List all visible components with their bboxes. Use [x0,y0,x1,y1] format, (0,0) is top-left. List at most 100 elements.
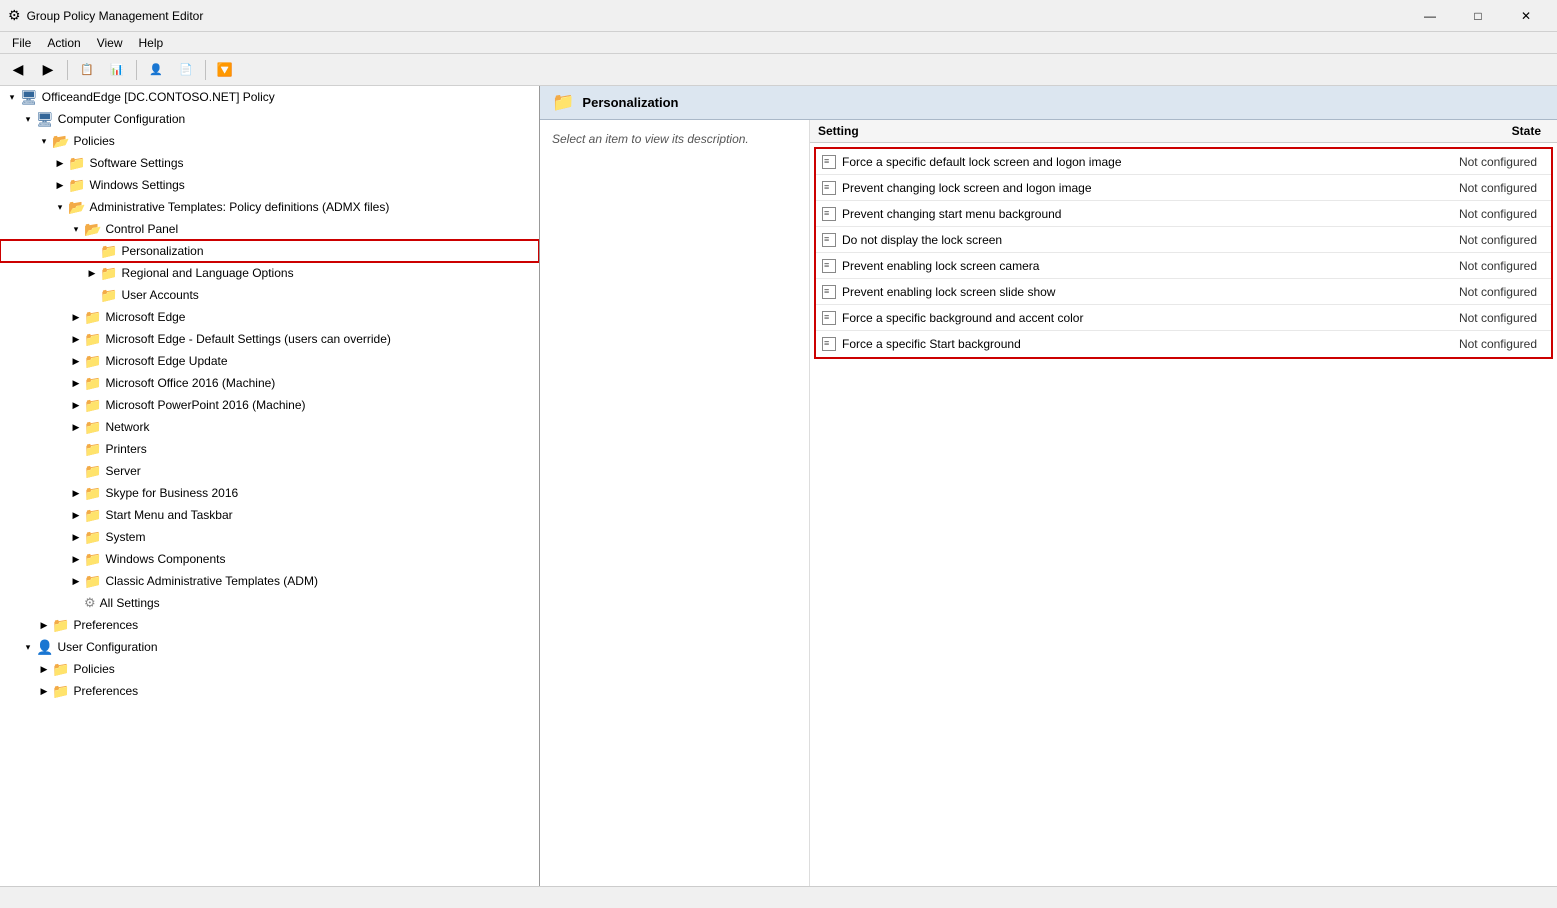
setting-name-start-background: Force a specific Start background [842,337,1415,351]
tree-item-personalization[interactable]: 📁 Personalization [0,240,539,262]
tree-item-network[interactable]: ▶ 📁 Network [0,416,539,438]
computer-config-expand-icon[interactable]: ▾ [20,111,36,127]
policies-expand-icon[interactable]: ▾ [36,133,52,149]
ms-ppt-expand-icon[interactable]: ▶ [68,397,84,413]
setting-row-start-background[interactable]: Force a specific Start background Not co… [816,331,1551,357]
maximize-button[interactable]: □ [1455,0,1501,32]
system-expand-icon[interactable]: ▶ [68,529,84,545]
user-policies-expand-icon[interactable]: ▶ [36,661,52,677]
setting-row-do-not-display[interactable]: Do not display the lock screen Not confi… [816,227,1551,253]
menu-action[interactable]: Action [39,34,88,52]
skype-expand-icon[interactable]: ▶ [68,485,84,501]
tree-item-admin-templates[interactable]: ▾ 📂 Administrative Templates: Policy def… [0,196,539,218]
ms-office-expand-icon[interactable]: ▶ [68,375,84,391]
tree-item-all-settings[interactable]: ⚙ All Settings [0,592,539,614]
control-panel-label: Control Panel [105,222,178,236]
tree-item-preferences[interactable]: ▶ 📁 Preferences [0,614,539,636]
server-folder-icon: 📁 [84,463,101,480]
tree-item-system[interactable]: ▶ 📁 System [0,526,539,548]
menu-help[interactable]: Help [131,34,172,52]
tree-item-user-config[interactable]: ▾ 👤 User Configuration [0,636,539,658]
tree-item-ms-office-2016[interactable]: ▶ 📁 Microsoft Office 2016 (Machine) [0,372,539,394]
tree-item-windows-components[interactable]: ▶ 📁 Windows Components [0,548,539,570]
setting-row-lock-screen-camera[interactable]: Prevent enabling lock screen camera Not … [816,253,1551,279]
back-button[interactable]: ◀ [4,57,32,83]
col-state-header: State [1409,124,1549,138]
tree-item-software-settings[interactable]: ▶ 📁 Software Settings [0,152,539,174]
show-hide-button[interactable]: 📋 [73,57,101,83]
root-expand-icon[interactable]: ▾ [4,89,20,105]
tree-item-regional[interactable]: ▶ 📁 Regional and Language Options [0,262,539,284]
start-menu-expand-icon[interactable]: ▶ [68,507,84,523]
setting-row-lock-screen-logon-image[interactable]: Prevent changing lock screen and logon i… [816,175,1551,201]
setting-state-start-menu-bg: Not configured [1415,207,1545,221]
tree-item-ms-ppt-2016[interactable]: ▶ 📁 Microsoft PowerPoint 2016 (Machine) [0,394,539,416]
refresh-button[interactable]: 📊 [103,57,131,83]
window-title: Group Policy Management Editor [27,9,204,23]
tree-item-server[interactable]: 📁 Server [0,460,539,482]
admin-expand-icon[interactable]: ▾ [52,199,68,215]
description-text: Select an item to view its description. [552,132,749,146]
tree-item-computer-config[interactable]: ▾ 🖥 Computer Configuration [0,108,539,130]
filter-button[interactable]: 🔽 [211,57,239,83]
tree-item-start-menu[interactable]: ▶ 📁 Start Menu and Taskbar [0,504,539,526]
tree-item-classic-adm[interactable]: ▶ 📁 Classic Administrative Templates (AD… [0,570,539,592]
tree-item-windows-settings[interactable]: ▶ 📁 Windows Settings [0,174,539,196]
tree-root[interactable]: ▾ 🖥 OfficeandEdge [DC.CONTOSO.NET] Polic… [0,86,539,108]
ms-edge-update-expand-icon[interactable]: ▶ [68,353,84,369]
preferences-expand-icon[interactable]: ▶ [36,617,52,633]
settings-header-row: Setting State [810,120,1557,143]
user-preferences-expand-icon[interactable]: ▶ [36,683,52,699]
policy-icon-lock-screen-logon-image [822,181,836,195]
policy-icon-do-not-display [822,233,836,247]
setting-row-lock-screen-logon[interactable]: Force a specific default lock screen and… [816,149,1551,175]
tree-item-user-accounts[interactable]: 📁 User Accounts [0,284,539,306]
ms-edge-expand-icon[interactable]: ▶ [68,309,84,325]
user-policies-label: Policies [73,662,114,676]
ms-edge-default-expand-icon[interactable]: ▶ [68,331,84,347]
tree-item-user-policies[interactable]: ▶ 📁 Policies [0,658,539,680]
admin-folder-icon: 📂 [68,199,85,216]
tree-item-user-preferences[interactable]: ▶ 📁 Preferences [0,680,539,702]
setting-state-lock-screen-camera: Not configured [1415,259,1545,273]
menu-file[interactable]: File [4,34,39,52]
user-config-expand-icon[interactable]: ▾ [20,639,36,655]
user-policies-folder-icon: 📁 [52,661,69,678]
system-folder-icon: 📁 [84,529,101,546]
windows-expand-icon[interactable]: ▶ [52,177,68,193]
forward-button[interactable]: ▶ [34,57,62,83]
tree-item-ms-edge-update[interactable]: ▶ 📁 Microsoft Edge Update [0,350,539,372]
regional-expand-icon[interactable]: ▶ [84,265,100,281]
setting-row-start-menu-bg[interactable]: Prevent changing start menu background N… [816,201,1551,227]
computer-config-label: Computer Configuration [58,112,185,126]
ms-edge-folder-icon: 📁 [84,309,101,326]
software-expand-icon[interactable]: ▶ [52,155,68,171]
ms-edge-label: Microsoft Edge [105,310,185,324]
setting-state-bg-accent-color: Not configured [1415,311,1545,325]
setting-row-lock-screen-slideshow[interactable]: Prevent enabling lock screen slide show … [816,279,1551,305]
tree-item-ms-edge-default[interactable]: ▶ 📁 Microsoft Edge - Default Settings (u… [0,328,539,350]
ms-edge-update-label: Microsoft Edge Update [105,354,227,368]
help-button[interactable]: 📄 [172,57,200,83]
close-button[interactable]: ✕ [1503,0,1549,32]
setting-state-lock-screen-logon-image: Not configured [1415,181,1545,195]
properties-button[interactable]: 👤 [142,57,170,83]
classic-adm-expand-icon[interactable]: ▶ [68,573,84,589]
regional-folder-icon: 📁 [100,265,117,282]
control-panel-expand-icon[interactable]: ▾ [68,221,84,237]
menu-bar: File Action View Help [0,32,1557,54]
menu-view[interactable]: View [89,34,131,52]
setting-row-bg-accent-color[interactable]: Force a specific background and accent c… [816,305,1551,331]
windows-components-expand-icon[interactable]: ▶ [68,551,84,567]
minimize-button[interactable]: — [1407,0,1453,32]
app-icon: ⚙ [8,7,21,24]
ms-edge-default-label: Microsoft Edge - Default Settings (users… [105,332,390,346]
tree-item-control-panel[interactable]: ▾ 📂 Control Panel [0,218,539,240]
tree-item-ms-edge[interactable]: ▶ 📁 Microsoft Edge [0,306,539,328]
network-expand-icon[interactable]: ▶ [68,419,84,435]
setting-name-bg-accent-color: Force a specific background and accent c… [842,311,1415,325]
ms-ppt-folder-icon: 📁 [84,397,101,414]
tree-item-printers[interactable]: 📁 Printers [0,438,539,460]
tree-item-policies[interactable]: ▾ 📂 Policies [0,130,539,152]
tree-item-skype[interactable]: ▶ 📁 Skype for Business 2016 [0,482,539,504]
